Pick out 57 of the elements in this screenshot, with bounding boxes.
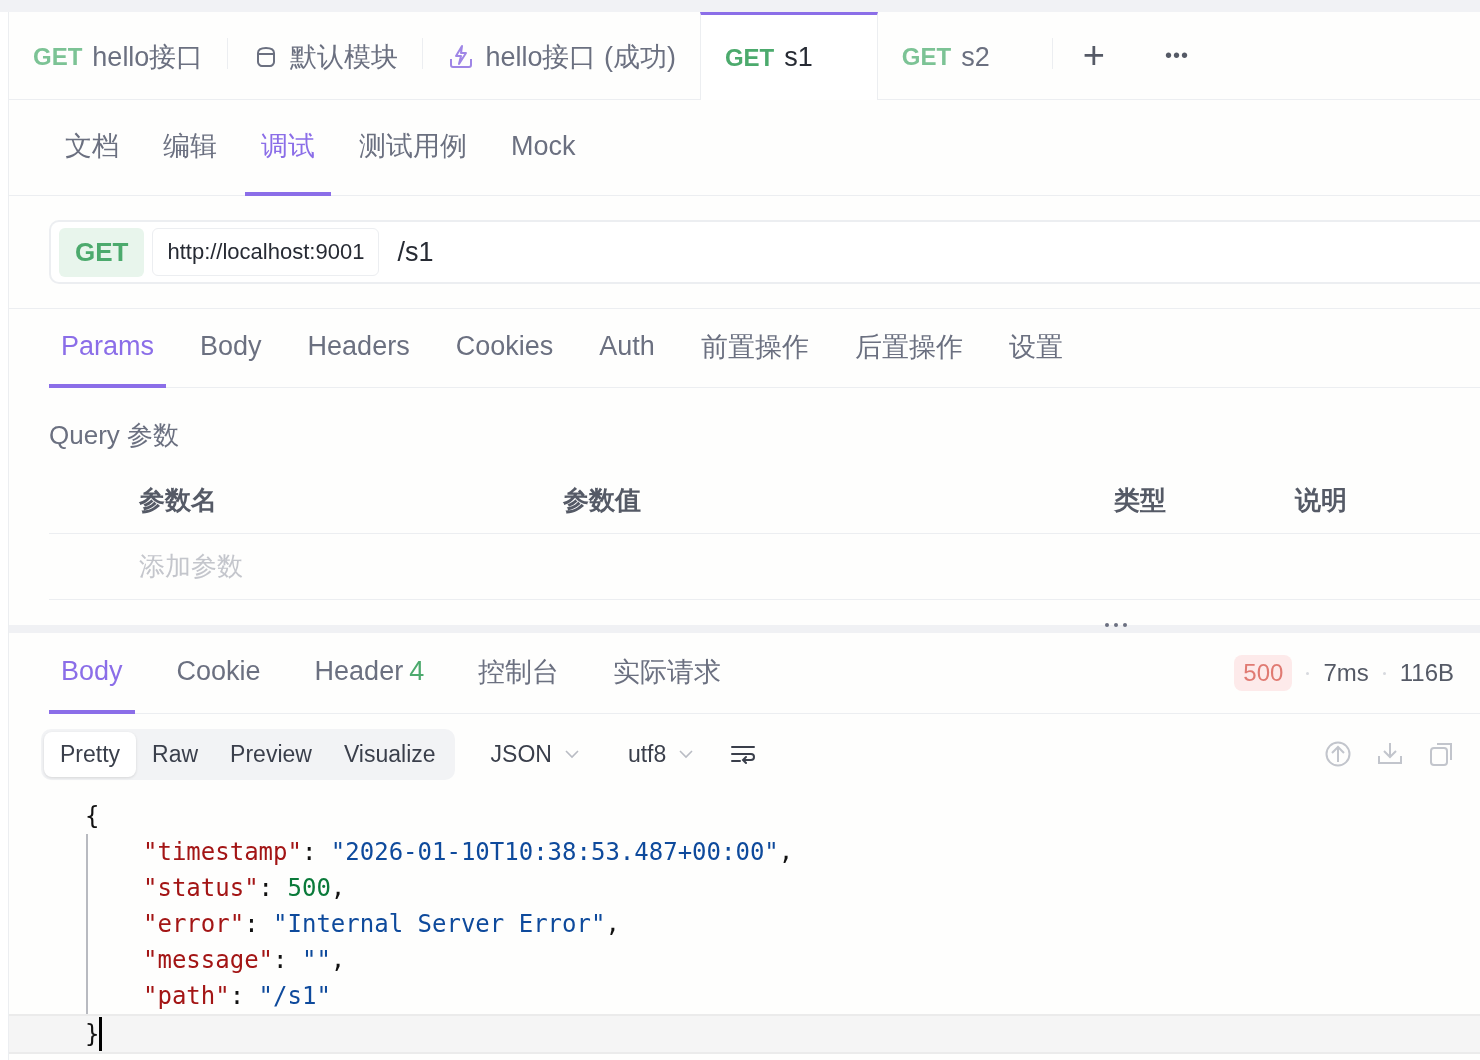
request-tab[interactable]: GET hello接口 <box>9 12 228 99</box>
wrap-lines-icon <box>730 743 757 765</box>
response-tab[interactable]: 控制台 <box>466 633 572 714</box>
section-title: Query 参数 <box>49 419 181 452</box>
method-select[interactable]: GET <box>59 227 145 277</box>
add-tab-button[interactable]: + <box>1052 12 1135 99</box>
header-count: 4 <box>409 656 425 687</box>
code-line: "status": 500, <box>86 870 1480 906</box>
url-path-field[interactable]: /s1 <box>387 236 434 268</box>
code-editor[interactable]: { "timestamp": "2026-01-10T10:38:53.487+00:00", "status": 500, "error": "Internal Server Error", "message": "", "path": "/s1" } <box>9 794 1480 1054</box>
dropdown[interactable]: JSON <box>478 740 592 768</box>
response-tab[interactable]: Cookie <box>164 633 273 714</box>
request-tab[interactable]: GET s1 <box>699 12 878 100</box>
view-tab[interactable]: Mock <box>495 100 592 196</box>
response-tab[interactable]: 实际请求 <box>601 633 734 714</box>
request-section-tab[interactable]: 设置 <box>996 309 1075 388</box>
code-line: { <box>84 801 101 832</box>
chevron-down-icon <box>563 749 580 759</box>
column-header: 类型 <box>1114 483 1167 517</box>
request-section-tab[interactable]: 前置操作 <box>688 309 821 388</box>
format-option[interactable]: Visualize <box>327 731 452 777</box>
code-line: "error": "Internal Server Error", <box>86 906 1480 942</box>
view-tab[interactable]: 调试 <box>245 100 331 196</box>
wrap-button[interactable] <box>730 743 757 765</box>
column-header: 参数名 <box>139 483 218 517</box>
request-tab[interactable]: hello接口 (成功) <box>423 12 700 99</box>
code-line: "message": "", <box>86 942 1480 978</box>
status-badge: 500 <box>1234 655 1293 691</box>
request-section-tab[interactable]: Params <box>49 309 167 388</box>
response-tab[interactable]: Body <box>49 633 135 714</box>
format-option[interactable]: Pretty <box>44 731 137 777</box>
more-button[interactable]: ••• <box>1134 12 1219 99</box>
request-section-tab[interactable]: Auth <box>587 309 667 388</box>
view-tab[interactable]: 编辑 <box>147 100 233 196</box>
chevron-down-icon <box>678 749 695 759</box>
request-section-tab[interactable]: Headers <box>295 309 422 388</box>
response-tab[interactable]: Header 4 <box>302 633 437 714</box>
view-tab[interactable]: 文档 <box>49 100 135 196</box>
request-section-tab[interactable]: Cookies <box>443 309 566 388</box>
view-tab[interactable]: 测试用例 <box>343 100 483 196</box>
format-option[interactable]: Preview <box>214 731 328 777</box>
dropdown[interactable]: utf8 <box>615 740 707 768</box>
request-tab[interactable]: 默认模块 <box>228 12 423 99</box>
scroll-top-button[interactable] <box>1324 740 1352 768</box>
column-header: 参数值 <box>563 483 642 517</box>
format-option[interactable]: Raw <box>136 731 215 777</box>
column-header: 说明 <box>1295 483 1348 517</box>
drag-handle-icon <box>1104 622 1128 628</box>
arrow-up-circle-icon <box>1324 740 1352 768</box>
url-bar[interactable]: GET http://localhost:9001 /s1 <box>49 220 1480 284</box>
request-tab[interactable]: GET s2 <box>877 12 1052 99</box>
request-section-tab[interactable]: 后置操作 <box>842 309 975 388</box>
code-line: "timestamp": "2026-01-10T10:38:53.487+00:00", <box>86 834 1480 870</box>
response-size: 116B <box>1399 659 1454 687</box>
request-section-tab[interactable]: Body <box>188 309 274 388</box>
base-url[interactable]: http://localhost:9001 <box>152 228 380 276</box>
response-time: 7ms <box>1323 659 1369 687</box>
